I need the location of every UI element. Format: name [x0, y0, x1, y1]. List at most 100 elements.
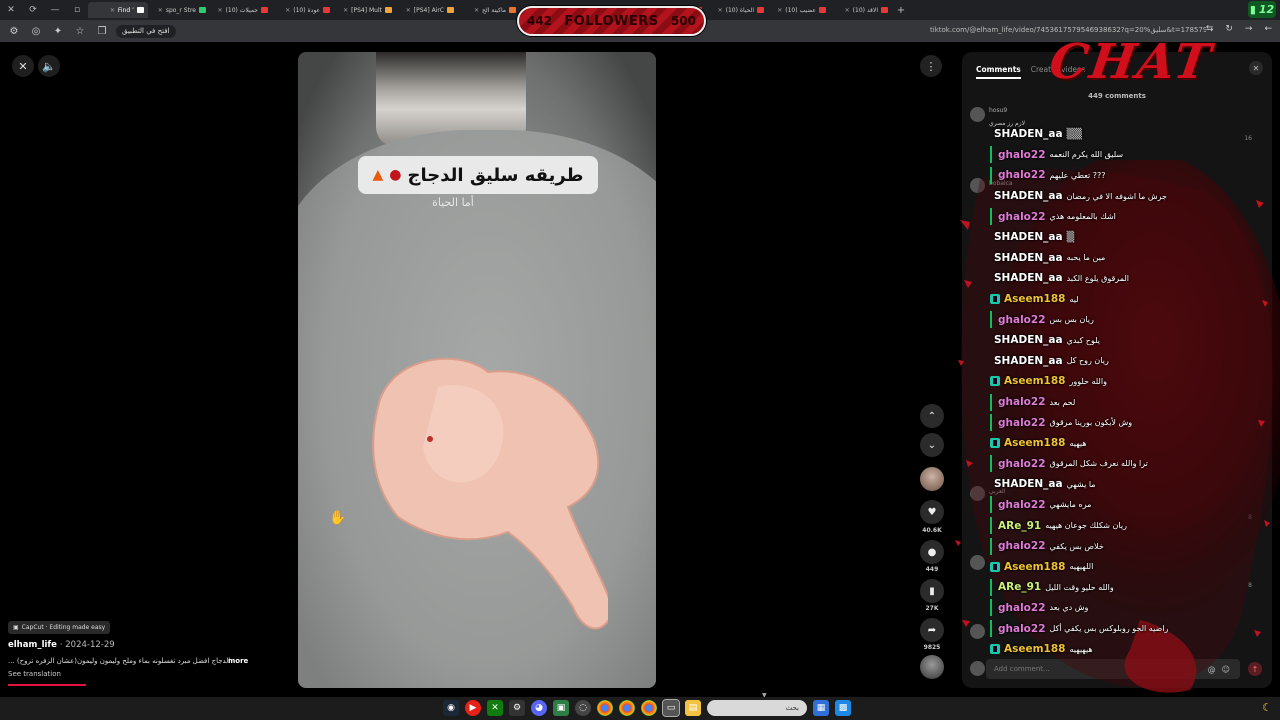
capcut-badge[interactable]: ▣ CapCut · Editing made easy: [8, 621, 111, 634]
media-icon[interactable]: ▣: [553, 700, 569, 716]
like-button[interactable]: ♥: [920, 500, 944, 524]
commenter-avatar[interactable]: [970, 624, 985, 639]
lens-icon[interactable]: ◎: [28, 26, 44, 37]
taskbar-search[interactable]: بحث: [707, 700, 807, 716]
close-video-button[interactable]: ✕: [12, 55, 34, 77]
chat-message: ghalo22 ترا والله نعرف شكل المرقوق: [990, 454, 1230, 475]
forward-icon[interactable]: →: [1245, 24, 1253, 34]
chat-username: Aseem188: [1004, 643, 1066, 656]
chrome-icon-2[interactable]: [619, 700, 635, 716]
youtube-icon[interactable]: ▶: [465, 700, 481, 716]
open-in-app-button[interactable]: افتح في التطبيق: [116, 24, 176, 38]
new-tab-button[interactable]: +: [894, 5, 908, 16]
browser-tab[interactable]: ✕ (10) الاقد: [832, 2, 892, 18]
chat-message: SHADEN_aa مين ما يحبه: [990, 248, 1230, 269]
save-button[interactable]: ▮: [920, 579, 944, 603]
chat-accent-bar: [990, 166, 992, 184]
add-comment-input[interactable]: Add comment...: [986, 659, 1240, 679]
reload-icon[interactable]: ⟳: [22, 0, 44, 20]
moon-icon[interactable]: ☾: [1262, 701, 1272, 714]
active-window-icon[interactable]: ▭: [662, 699, 680, 717]
files-icon[interactable]: ▤: [685, 700, 701, 716]
steam-icon[interactable]: ◉: [443, 700, 459, 716]
puzzle-icon[interactable]: ✦: [50, 26, 66, 37]
commenter-avatar[interactable]: [970, 107, 985, 122]
close-window-icon[interactable]: ✕: [0, 0, 22, 20]
tab-close-icon[interactable]: ✕: [845, 7, 850, 14]
extensions-icon[interactable]: ⚙: [6, 26, 22, 37]
share-button[interactable]: ➦: [920, 618, 944, 642]
volume-icon: 🔈: [42, 59, 56, 73]
video-player[interactable]: ▲ ● طريقه سليق الدجاج أما الحياة: [298, 52, 656, 688]
tab-close-icon[interactable]: ✕: [777, 7, 782, 14]
back-icon[interactable]: ←: [1264, 24, 1272, 34]
tab-close-icon[interactable]: ✕: [718, 7, 723, 14]
browser-tab[interactable]: ✕ (10) عضيب: [770, 2, 830, 18]
browser-tab[interactable]: ✕ ماكينة الح: [460, 2, 520, 18]
video-progress[interactable]: [8, 684, 86, 686]
settings-icon[interactable]: ⚙: [509, 700, 525, 716]
star-icon[interactable]: ☆: [72, 26, 88, 37]
tab-close-icon[interactable]: ✕: [285, 7, 290, 14]
browser-tab[interactable]: ✕ spo_r Stre: [150, 2, 210, 18]
chat-message: ghalo22 ريان بس بس: [990, 309, 1230, 330]
commenter-avatar[interactable]: [970, 555, 985, 570]
chat-message: SHADEN_aa جرش ما اشوفه الا في رمضان: [990, 186, 1230, 207]
tab-favicon-icon: [137, 7, 144, 13]
browser-tab[interactable]: ✕ (10) الحياة: [708, 2, 768, 18]
more-options-button[interactable]: ⋮: [920, 55, 942, 77]
tab-strip: ✕ Find ’ ✕ spo_r Stre ✕ (10) جميلات ✕ (10) عودة…: [88, 2, 894, 18]
comment-like-count[interactable]: 16: [1244, 135, 1252, 142]
comment-like-count[interactable]: 8: [1248, 582, 1252, 589]
minimize-icon[interactable]: —: [44, 0, 66, 20]
app-icon[interactable]: ◌: [575, 700, 591, 716]
restore-icon[interactable]: ▫: [66, 0, 88, 20]
chrome-icon-3[interactable]: [641, 700, 657, 716]
browser-tab[interactable]: ✕ Find ’: [88, 2, 148, 18]
browser-tab[interactable]: ✕ (10) عودة: [274, 2, 334, 18]
emoji-icon[interactable]: ☺: [1222, 665, 1230, 674]
chrome-icon[interactable]: [597, 700, 613, 716]
browser-tab[interactable]: ✕ (10) جميلات: [212, 2, 272, 18]
tab-close-icon[interactable]: ✕: [110, 7, 115, 14]
nav-buttons: ⇆ ↻ → ←: [1206, 24, 1272, 34]
post-comment-button[interactable]: ↑: [1248, 662, 1262, 676]
tab-close-icon[interactable]: ✕: [406, 7, 411, 14]
tab-close-icon[interactable]: ✕: [474, 7, 479, 14]
browser-tab[interactable]: ✕ [PS4] Mult: [336, 2, 396, 18]
music-disc[interactable]: [920, 655, 944, 679]
commenter-avatar[interactable]: [970, 486, 985, 501]
commenter-avatar[interactable]: [970, 178, 985, 193]
extension-badge[interactable]: ▮ 12: [1248, 1, 1276, 18]
chat-username: SHADEN_aa: [994, 354, 1063, 367]
refresh-icon[interactable]: ↻: [1225, 24, 1233, 34]
prev-video-button[interactable]: ⌃: [920, 404, 944, 428]
discord-icon[interactable]: ◕: [531, 700, 547, 716]
tab-label: (10) عضيب: [785, 6, 816, 14]
video-caption-text: طريقه سليق الدجاج: [407, 164, 584, 186]
blue-app-icon[interactable]: ▩: [835, 700, 851, 716]
site-settings-icon[interactable]: ⇆: [1206, 24, 1214, 34]
mention-icon[interactable]: @: [1208, 665, 1216, 674]
browser-tab[interactable]: ✕ [PS4] AirC: [398, 2, 458, 18]
volume-button[interactable]: 🔈: [38, 55, 60, 77]
author-name[interactable]: elham_life: [8, 640, 57, 650]
next-video-button[interactable]: ⌄: [920, 433, 944, 457]
url-text[interactable]: tiktok.com/@elham_life/video/74536175795…: [930, 26, 1206, 34]
tab-icon[interactable]: ❐: [94, 26, 110, 37]
creator-avatar[interactable]: [920, 467, 944, 491]
comment-button[interactable]: ●: [920, 540, 944, 564]
more-link[interactable]: more: [228, 657, 248, 665]
see-translation-link[interactable]: See translation: [8, 670, 61, 678]
store-icon[interactable]: ▦: [813, 700, 829, 716]
comment-like-count[interactable]: 8: [1248, 514, 1252, 521]
close-panel-button[interactable]: ✕: [1249, 61, 1263, 75]
chat-text: مره مايشهي: [1049, 500, 1092, 510]
chat-text: اشك بالمعلومه هذي: [1049, 212, 1116, 222]
tab-close-icon[interactable]: ✕: [343, 7, 348, 14]
tab-comments[interactable]: Comments: [976, 65, 1021, 79]
xbox-icon[interactable]: ✕: [487, 700, 503, 716]
tab-close-icon[interactable]: ✕: [158, 7, 163, 14]
commenter-name[interactable]: hosu9: [989, 107, 1007, 114]
tab-close-icon[interactable]: ✕: [218, 7, 223, 14]
